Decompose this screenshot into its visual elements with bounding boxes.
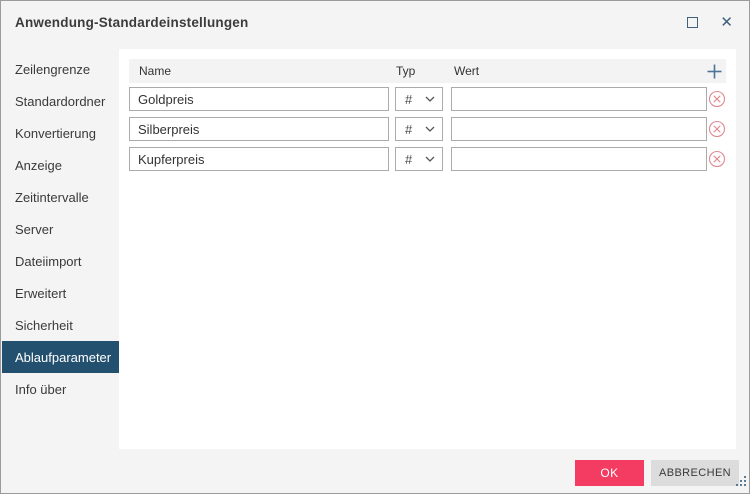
parameter-row: # xyxy=(129,87,726,111)
delete-row-button[interactable] xyxy=(708,120,726,138)
column-header-wert: Wert xyxy=(454,59,479,83)
sidebar-item-label: Dateiimport xyxy=(15,254,81,269)
circle-x-icon xyxy=(708,150,726,168)
settings-dialog: Anwendung-Standardeinstellungen ✕ Zeilen… xyxy=(0,0,750,494)
sidebar-item-label: Server xyxy=(15,222,53,237)
table-header: Name Typ Wert xyxy=(129,59,726,83)
dialog-title: Anwendung-Standardeinstellungen xyxy=(15,15,248,30)
sidebar-item-anzeige[interactable]: Anzeige xyxy=(2,149,119,181)
parameter-row: # xyxy=(129,117,726,141)
sidebar-item-konvertierung[interactable]: Konvertierung xyxy=(2,117,119,149)
typ-value: # xyxy=(405,122,412,137)
param-wert-input[interactable] xyxy=(451,147,707,171)
param-name-input[interactable] xyxy=(129,147,389,171)
sidebar-item-label: Info über xyxy=(15,382,66,397)
delete-row-button[interactable] xyxy=(708,90,726,108)
sidebar-item-label: Erweitert xyxy=(15,286,66,301)
sidebar-item-label: Zeilengrenze xyxy=(15,62,90,77)
resize-grip-icon[interactable] xyxy=(736,473,746,491)
sidebar-item-standardordner[interactable]: Standardordner xyxy=(2,85,119,117)
sidebar-item-label: Standardordner xyxy=(15,94,105,109)
maximize-icon[interactable] xyxy=(687,17,698,28)
chevron-down-icon xyxy=(425,156,435,162)
plus-icon xyxy=(706,63,723,80)
close-icon[interactable]: ✕ xyxy=(720,15,733,30)
param-name-input[interactable] xyxy=(129,117,389,141)
param-wert-input[interactable] xyxy=(451,117,707,141)
sidebar-item-zeilengrenze[interactable]: Zeilengrenze xyxy=(2,53,119,85)
param-rows: # # xyxy=(129,87,726,171)
sidebar-item-erweitert[interactable]: Erweitert xyxy=(2,277,119,309)
sidebar-item-ablaufparameter[interactable]: Ablaufparameter xyxy=(2,341,119,373)
param-typ-dropdown[interactable]: # xyxy=(395,117,443,141)
window-controls: ✕ xyxy=(687,15,737,30)
sidebar-item-zeitintervalle[interactable]: Zeitintervalle xyxy=(2,181,119,213)
param-typ-dropdown[interactable]: # xyxy=(395,147,443,171)
add-parameter-button[interactable] xyxy=(706,63,723,80)
ok-button[interactable]: OK xyxy=(575,460,644,486)
chevron-down-icon xyxy=(425,126,435,132)
parameter-panel: Name Typ Wert # xyxy=(119,49,736,449)
column-header-name: Name xyxy=(139,59,171,83)
chevron-down-icon xyxy=(425,96,435,102)
typ-value: # xyxy=(405,152,412,167)
sidebar-item-dateiimport[interactable]: Dateiimport xyxy=(2,245,119,277)
column-header-typ: Typ xyxy=(396,59,415,83)
param-typ-dropdown[interactable]: # xyxy=(395,87,443,111)
sidebar-item-label: Ablaufparameter xyxy=(15,350,111,365)
circle-x-icon xyxy=(708,120,726,138)
sidebar-item-label: Zeitintervalle xyxy=(15,190,89,205)
sidebar-item-label: Konvertierung xyxy=(15,126,96,141)
param-name-input[interactable] xyxy=(129,87,389,111)
cancel-button[interactable]: ABBRECHEN xyxy=(651,460,739,486)
sidebar-item-label: Sicherheit xyxy=(15,318,73,333)
parameter-row: # xyxy=(129,147,726,171)
sidebar-item-label: Anzeige xyxy=(15,158,62,173)
sidebar-item-info-ber[interactable]: Info über xyxy=(2,373,119,405)
circle-x-icon xyxy=(708,90,726,108)
sidebar-item-sicherheit[interactable]: Sicherheit xyxy=(2,309,119,341)
typ-value: # xyxy=(405,92,412,107)
param-wert-input[interactable] xyxy=(451,87,707,111)
sidebar: Zeilengrenze Standardordner Konvertierun… xyxy=(2,49,119,405)
sidebar-item-server[interactable]: Server xyxy=(2,213,119,245)
delete-row-button[interactable] xyxy=(708,150,726,168)
title-bar: Anwendung-Standardeinstellungen ✕ xyxy=(1,1,749,43)
